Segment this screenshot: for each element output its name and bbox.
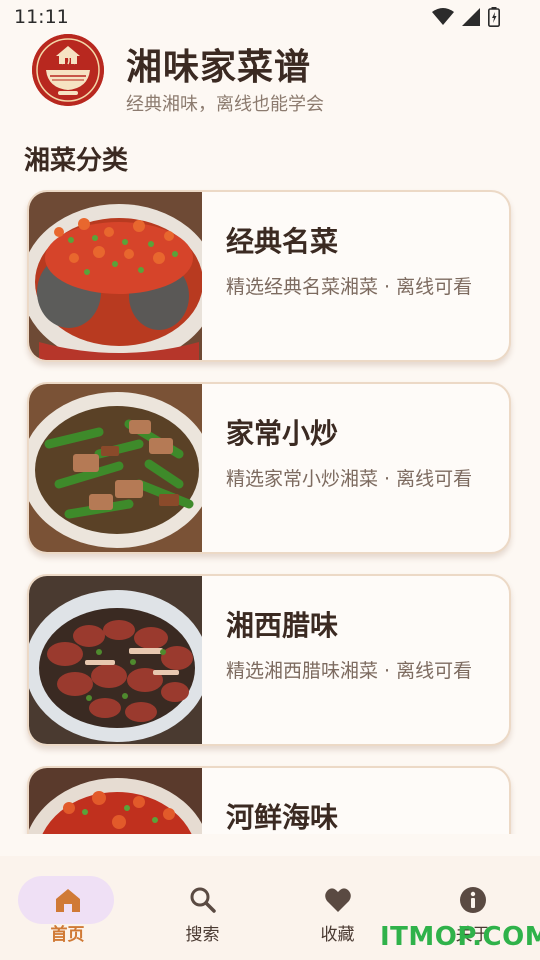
info-icon xyxy=(459,887,486,913)
category-desc: 精选家常小炒湘菜 · 离线可看 xyxy=(226,468,473,490)
home-icon xyxy=(55,889,80,912)
watermark: ITMOP.COM xyxy=(380,922,540,952)
app-logo xyxy=(32,34,104,106)
category-title: 湘西腊味 xyxy=(226,609,339,642)
seafood-dish-image xyxy=(29,768,202,834)
category-desc: 精选湘西腊味湘菜 · 离线可看 xyxy=(226,660,473,682)
nav-label-search: 搜索 xyxy=(185,925,220,945)
nav-item-home[interactable]: 首页 xyxy=(0,856,135,960)
wifi-icon xyxy=(432,8,454,25)
section-title: 湘菜分类 xyxy=(24,146,129,176)
category-title: 家常小炒 xyxy=(226,417,339,450)
category-title: 经典名菜 xyxy=(226,225,339,258)
pepper-pork-dish-image xyxy=(29,384,202,552)
nav-label-home: 首页 xyxy=(50,925,85,945)
status-time: 11:11 xyxy=(14,6,69,28)
search-icon xyxy=(190,887,216,913)
nav-item-search[interactable]: 搜索 xyxy=(135,856,270,960)
status-icons xyxy=(432,7,500,27)
app-header: 湘味家菜谱 经典湘味，离线也能学会 xyxy=(0,34,540,124)
battery-icon xyxy=(488,7,500,27)
category-list[interactable]: 经典名菜 精选经典名菜湘菜 · 离线可看 家常小炒 精选家常小炒湘菜 · 离线可… xyxy=(0,184,540,834)
cured-meat-dish-image xyxy=(29,576,202,744)
category-card-classic[interactable]: 经典名菜 精选经典名菜湘菜 · 离线可看 xyxy=(27,190,511,362)
signal-icon xyxy=(462,8,480,26)
category-title: 河鲜海味 xyxy=(226,801,339,834)
category-desc: 精选经典名菜湘菜 · 离线可看 xyxy=(226,276,473,298)
category-card-cured[interactable]: 湘西腊味 精选湘西腊味湘菜 · 离线可看 xyxy=(27,574,511,746)
category-card-seafood[interactable]: 河鲜海味 xyxy=(27,766,511,834)
fish-head-dish-image xyxy=(29,192,202,360)
app-title: 湘味家菜谱 xyxy=(126,47,312,88)
app-subtitle: 经典湘味，离线也能学会 xyxy=(126,94,324,115)
heart-icon xyxy=(324,888,351,912)
category-card-stirfry[interactable]: 家常小炒 精选家常小炒湘菜 · 离线可看 xyxy=(27,382,511,554)
status-bar: 11:11 xyxy=(0,0,540,34)
